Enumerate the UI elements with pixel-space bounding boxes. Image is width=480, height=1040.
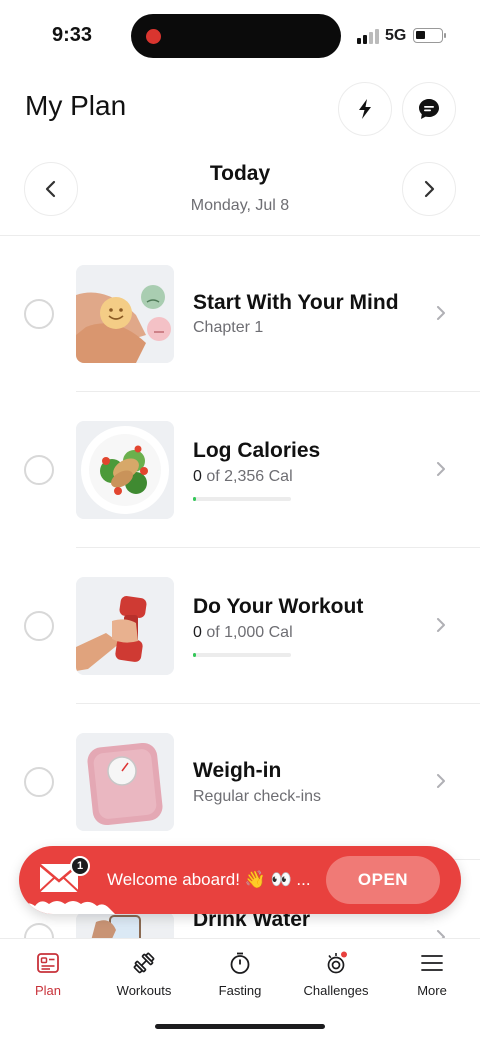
- notification-badge: 1: [70, 856, 90, 876]
- battery-icon: [413, 28, 443, 43]
- task-checkbox[interactable]: [24, 611, 54, 641]
- home-indicator[interactable]: [155, 1024, 325, 1029]
- task-subtitle: Chapter 1: [193, 319, 264, 336]
- task-subtitle: 0 of 1,000 Cal: [193, 624, 293, 642]
- status-time: 9:33: [52, 24, 93, 46]
- tab-challenges[interactable]: Challenges: [288, 949, 384, 1005]
- page-title: My Plan: [25, 90, 127, 121]
- tab-label: Fasting: [218, 983, 262, 998]
- tab-fasting[interactable]: Fasting: [192, 949, 288, 1005]
- task-image-salad: [76, 421, 174, 519]
- chevron-right-icon: [437, 930, 445, 938]
- tab-label: Challenges: [303, 983, 369, 998]
- task-row-workout[interactable]: Do Your Workout 0 of 1,000 Cal: [0, 548, 480, 704]
- task-image-scale: [76, 733, 174, 831]
- calories-progress-fill: [193, 497, 196, 501]
- recording-indicator-icon: [146, 29, 161, 44]
- date-title: Today: [209, 162, 271, 185]
- tab-label: Plan: [34, 983, 62, 998]
- tab-plan[interactable]: Plan: [0, 949, 96, 1005]
- chevron-right-icon: [437, 618, 445, 632]
- chat-bubble-icon: [419, 99, 439, 119]
- welcome-toast[interactable]: Welcome aboard! 👋 👀 ... OPEN: [19, 846, 461, 914]
- task-title: Start With Your Mind: [193, 291, 399, 314]
- next-day-button[interactable]: [402, 162, 456, 216]
- task-image-dumbbell: [76, 577, 174, 675]
- envelope-icon: [19, 864, 115, 914]
- task-image-mind: [76, 265, 174, 363]
- workout-goal: of 1,000 Cal: [201, 624, 293, 641]
- calories-value: 0: [193, 468, 202, 485]
- tab-label: More: [417, 983, 447, 998]
- previous-day-button[interactable]: [24, 162, 78, 216]
- workout-progress-bar: [193, 653, 291, 657]
- chevron-left-icon: [45, 180, 56, 198]
- workout-progress-fill: [193, 653, 196, 657]
- calories-goal: of 2,356 Cal: [201, 468, 293, 485]
- workout-value: 0: [193, 624, 202, 641]
- network-type: 5G: [385, 27, 407, 44]
- task-checkbox[interactable]: [24, 923, 54, 938]
- chat-button[interactable]: [402, 82, 456, 136]
- tab-label: Workouts: [116, 983, 172, 998]
- stopwatch-icon: [230, 952, 250, 974]
- chevron-right-icon: [437, 774, 445, 788]
- calories-progress-bar: [193, 497, 291, 501]
- battery-cap: [444, 33, 446, 38]
- challenges-icon: [327, 951, 347, 974]
- bolt-icon: [359, 99, 371, 119]
- dumbbell-icon: [133, 952, 155, 974]
- task-title: Do Your Workout: [193, 595, 364, 618]
- tab-more[interactable]: More: [384, 949, 480, 1005]
- toast-open-button[interactable]: OPEN: [326, 856, 440, 904]
- task-checkbox[interactable]: [24, 299, 54, 329]
- date-subtitle: Monday, Jul 8: [190, 197, 290, 214]
- menu-icon: [421, 955, 443, 971]
- task-checkbox[interactable]: [24, 455, 54, 485]
- status-bar: 9:33 5G: [0, 0, 480, 72]
- chevron-right-icon: [437, 306, 445, 320]
- task-subtitle: Regular check-ins: [193, 788, 322, 805]
- task-row-calories[interactable]: Log Calories 0 of 2,356 Cal: [0, 392, 480, 548]
- task-subtitle: 0 of 2,356 Cal: [193, 468, 293, 486]
- tab-workouts[interactable]: Workouts: [96, 949, 192, 1005]
- signal-icon: [357, 29, 379, 44]
- task-title: Log Calories: [193, 439, 321, 462]
- toast-message: Welcome aboard! 👋 👀 ...: [107, 870, 311, 889]
- chevron-right-icon: [437, 462, 445, 476]
- chevron-right-icon: [424, 180, 435, 198]
- task-row-mind[interactable]: Start With Your Mind Chapter 1: [0, 236, 480, 392]
- task-title: Weigh-in: [193, 759, 282, 782]
- plan-icon: [37, 953, 59, 973]
- bolt-button[interactable]: [338, 82, 392, 136]
- task-image-water: [76, 912, 174, 938]
- task-row-weigh-in[interactable]: Weigh-in Regular check-ins: [0, 704, 480, 860]
- dynamic-island: [131, 14, 341, 58]
- task-checkbox[interactable]: [24, 767, 54, 797]
